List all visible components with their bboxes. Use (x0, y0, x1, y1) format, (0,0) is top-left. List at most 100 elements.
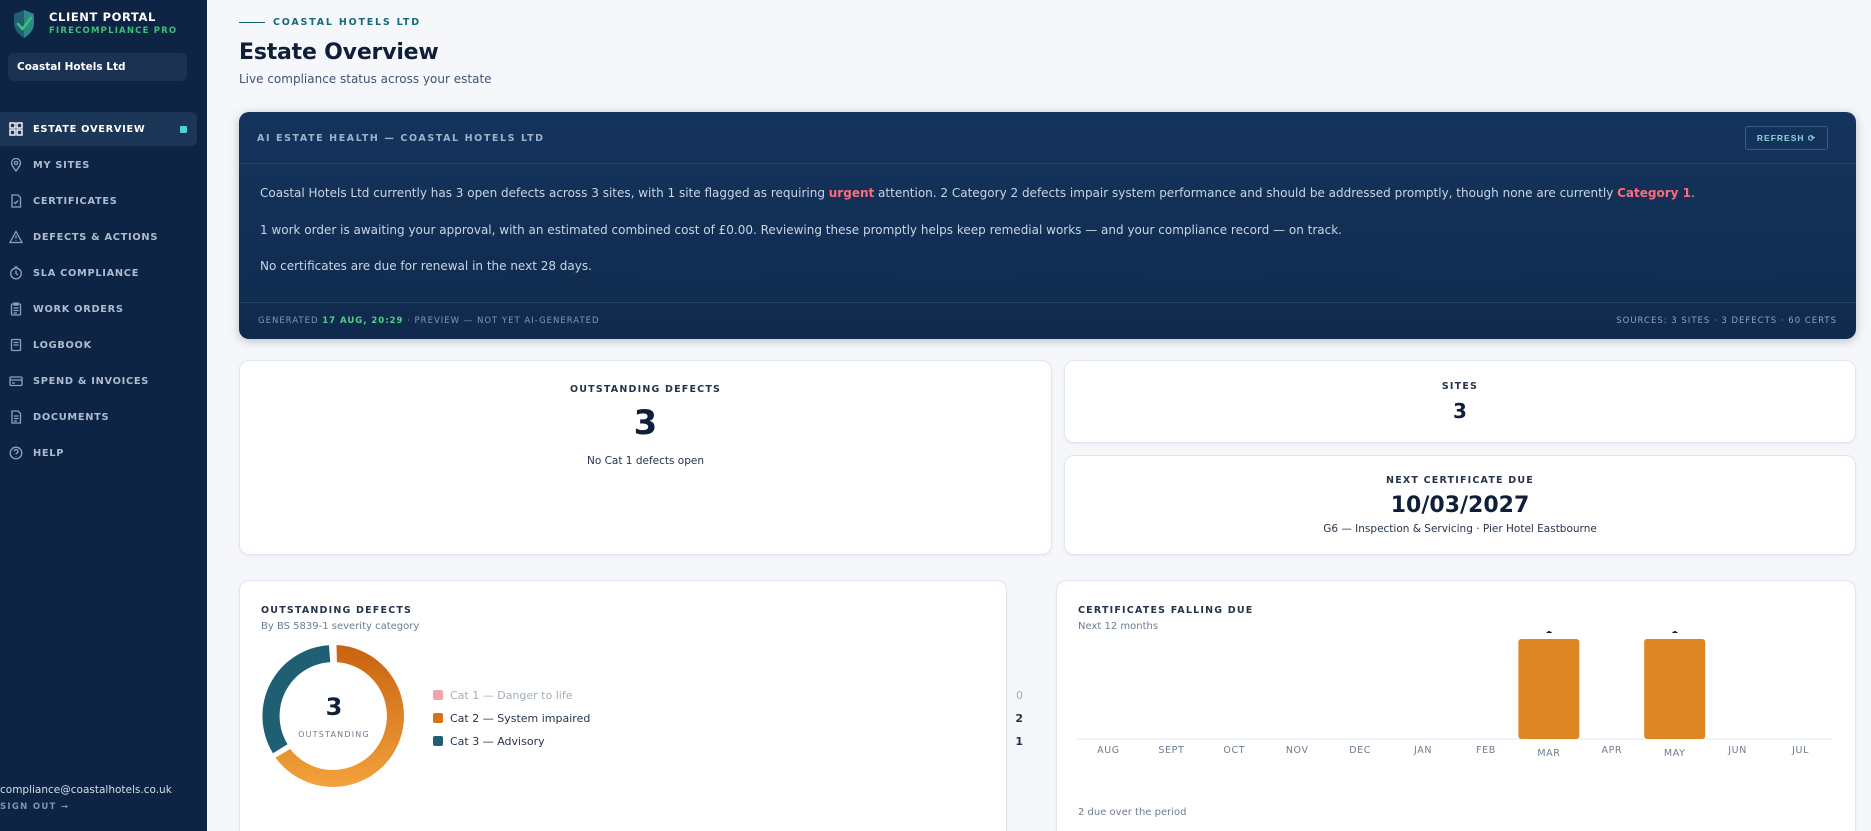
x-tick-label: MAY (1664, 748, 1686, 759)
donut-total-label: OUTSTANDING (298, 730, 370, 739)
generated-label: GENERATED (258, 316, 319, 326)
kpi-label: SITES (1441, 381, 1479, 392)
active-indicator (180, 126, 187, 133)
kpi-subtext: G6 — Inspection & Servicing · Pier Hotel… (1323, 523, 1597, 535)
book-icon (8, 337, 24, 353)
grid-icon (8, 121, 24, 137)
bar-data-label: 1 (1671, 631, 1678, 636)
sidebar-item-label: CERTIFICATES (33, 195, 118, 207)
sidebar-item-spend-invoices[interactable]: SPEND & INVOICES (0, 364, 197, 398)
help-icon (8, 445, 24, 461)
panel-title: OUTSTANDING DEFECTS (261, 605, 413, 616)
ai-summary-paragraph-2: 1 work order is awaiting your approval, … (260, 223, 1342, 237)
kpi-value: 3 (1453, 399, 1467, 423)
sidebar-item-help[interactable]: HELP (0, 436, 197, 470)
sidebar-item-certificates[interactable]: CERTIFICATES (0, 184, 197, 218)
bar-data-label: 1 (1545, 631, 1552, 636)
kpi-outstanding-defects[interactable]: OUTSTANDING DEFECTS 3 No Cat 1 defects o… (239, 360, 1052, 555)
kpi-label: NEXT CERTIFICATE DUE (1386, 475, 1534, 486)
brand: CLIENT PORTAL FIRECOMPLIANCE PRO (12, 9, 177, 39)
legend-cat3[interactable]: Cat 3 — Advisory 1 (433, 734, 1023, 748)
ai-text: . (1691, 186, 1695, 200)
preview-note: · PREVIEW — NOT YET AI-GENERATED (407, 316, 600, 326)
legend-label: Cat 2 — System impaired (450, 711, 591, 725)
sidebar-item-label: MY SITES (33, 159, 90, 171)
eyebrow-line (239, 22, 265, 23)
generated-info: GENERATED 17 AUG, 20:29 · PREVIEW — NOT … (258, 316, 600, 326)
sidebar-item-label: WORK ORDERS (33, 303, 124, 315)
sidebar-item-estate-overview[interactable]: ESTATE OVERVIEW (0, 112, 197, 146)
urgent-highlight: urgent (828, 186, 875, 200)
sign-out-link[interactable]: SIGN OUT → (0, 802, 172, 812)
user-email: compliance@coastalhotels.co.uk (0, 784, 172, 796)
x-tick-label: JAN (1413, 745, 1432, 756)
kpi-next-certificate[interactable]: NEXT CERTIFICATE DUE 10/03/2027 G6 — Ins… (1064, 455, 1856, 555)
legend-swatch (433, 713, 443, 723)
kpi-subtext: No Cat 1 defects open (586, 455, 705, 467)
refresh-button[interactable]: REFRESH ⟳ (1744, 126, 1828, 150)
sidebar-item-label: DEFECTS & ACTIONS (33, 231, 159, 243)
legend-value: 1 (1015, 734, 1023, 748)
category-highlight: Category 1 (1617, 186, 1691, 200)
sidebar-item-logbook[interactable]: LOGBOOK (0, 328, 197, 362)
defects-by-category-panel: OUTSTANDING DEFECTS By BS 5839-1 severit… (239, 580, 1023, 831)
ai-text: Coastal Hotels Ltd currently has 3 open … (260, 186, 829, 200)
kpi-value: 3 (633, 403, 658, 443)
sidebar-item-my-sites[interactable]: MY SITES (0, 148, 197, 182)
client-selector[interactable]: Coastal Hotels Ltd (8, 53, 187, 81)
legend-cat2[interactable]: Cat 2 — System impaired 2 (433, 711, 1023, 725)
clock-icon (8, 265, 24, 281)
card-icon (8, 373, 24, 389)
breadcrumb-client: COASTAL HOTELS LTD (273, 17, 421, 28)
x-tick-label: SEPT (1158, 745, 1184, 756)
sidebar-item-work-orders[interactable]: WORK ORDERS (0, 292, 197, 326)
legend-value: 2 (1015, 711, 1023, 725)
divider (239, 163, 1856, 164)
ai-summary-paragraph-1: Coastal Hotels Ltd currently has 3 open … (260, 186, 1695, 200)
sidebar-item-sla-compliance[interactable]: SLA COMPLIANCE (0, 256, 197, 290)
kpi-value: 10/03/2027 (1390, 493, 1530, 518)
certificates-bar-chart: AUG SEPT OCT NOV DEC JAN FEB 1 MAR APR 1 MAY JUN JUL (1077, 631, 1832, 759)
kpi-sites[interactable]: SITES 3 (1064, 360, 1856, 443)
ai-summary-paragraph-3: No certificates are due for renewal in t… (260, 259, 592, 273)
legend-label: Cat 1 — Danger to life (450, 688, 573, 702)
ai-estate-health-card: AI ESTATE HEALTH — COASTAL HOTELS LTD RE… (239, 112, 1856, 339)
x-tick-label: APR (1601, 745, 1622, 756)
ai-card-heading: AI ESTATE HEALTH — COASTAL HOTELS LTD (257, 133, 545, 144)
certificates-due-panel: CERTIFICATES FALLING DUE Next 12 months … (1056, 580, 1856, 831)
x-tick-label: JUN (1727, 745, 1747, 756)
x-tick-label: DEC (1349, 745, 1371, 756)
page-title: Estate Overview (239, 40, 439, 65)
legend-cat1[interactable]: Cat 1 — Danger to life 0 (433, 688, 1023, 702)
sidebar-item-label: LOGBOOK (33, 339, 92, 351)
x-tick-label: OCT (1223, 745, 1245, 756)
x-tick-label: FEB (1476, 745, 1496, 756)
chart-footer: 2 due over the period (1078, 807, 1187, 818)
x-tick-label: MAR (1537, 748, 1560, 759)
sidebar-item-label: ESTATE OVERVIEW (33, 123, 146, 135)
panel-title: CERTIFICATES FALLING DUE (1078, 605, 1254, 616)
legend-label: Cat 3 — Advisory (450, 734, 545, 748)
x-tick-label: NOV (1286, 745, 1309, 756)
ai-text: attention. 2 Category 2 defects impair s… (874, 186, 1618, 200)
sidebar-item-label: SLA COMPLIANCE (33, 267, 140, 279)
warning-icon (8, 229, 24, 245)
page-subtitle: Live compliance status across your estat… (239, 72, 492, 86)
panel-subtitle: By BS 5839-1 severity category (261, 621, 420, 632)
sidebar: CLIENT PORTAL FIRECOMPLIANCE PRO Coastal… (0, 0, 207, 831)
bar-mar[interactable] (1518, 639, 1580, 739)
sidebar-footer: compliance@coastalhotels.co.uk SIGN OUT … (0, 784, 172, 812)
sidebar-item-documents[interactable]: DOCUMENTS (0, 400, 197, 434)
sidebar-item-label: DOCUMENTS (33, 411, 110, 423)
sidebar-item-defects[interactable]: DEFECTS & ACTIONS (0, 220, 197, 254)
legend-swatch (433, 736, 443, 746)
sources-info: SOURCES: 3 SITES · 3 DEFECTS · 60 CERTS (1616, 316, 1837, 326)
legend-swatch (433, 690, 443, 700)
bar-may[interactable] (1644, 639, 1706, 739)
kpi-label: OUTSTANDING DEFECTS (569, 384, 722, 395)
legend-value: 0 (1016, 688, 1023, 702)
x-tick-label: JUL (1791, 745, 1809, 756)
brand-subtitle: FIRECOMPLIANCE PRO (49, 26, 178, 36)
brand-title: CLIENT PORTAL (49, 10, 156, 24)
shield-logo-icon (14, 10, 34, 38)
